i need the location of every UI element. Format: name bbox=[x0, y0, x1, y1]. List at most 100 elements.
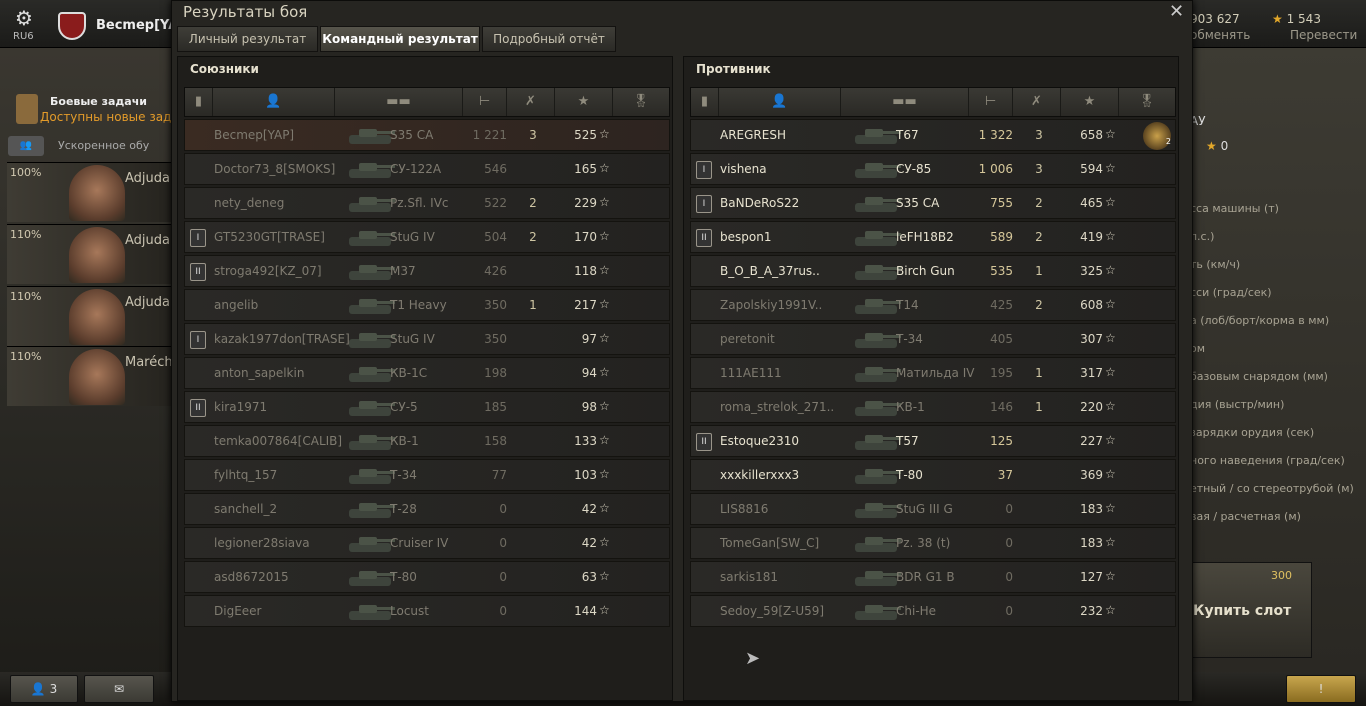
player-row[interactable]: sarkis181 BDR G1 B 0 127 ☆ bbox=[690, 561, 1176, 593]
xp-star-icon: ☆ bbox=[1105, 501, 1116, 515]
player-row[interactable]: I BaNDeRoS22 S35 CA 755 2 465 ☆ bbox=[690, 187, 1176, 219]
sort-squad-icon[interactable]: ▮ bbox=[691, 88, 719, 116]
sort-medals-icon[interactable]: 🎖 bbox=[1119, 88, 1175, 116]
sort-vehicle-icon[interactable]: ▬▬ bbox=[335, 88, 463, 116]
xp-value: 419 bbox=[1080, 230, 1103, 244]
player-row[interactable]: Ikazak1977don[TRASE] StuG IV 350 97 ☆ bbox=[184, 323, 670, 355]
xp-star-icon: ☆ bbox=[1105, 365, 1116, 379]
damage-value: 1 322 bbox=[978, 128, 1013, 142]
damage-value: 158 bbox=[484, 434, 507, 448]
xp-value: 133 bbox=[574, 434, 597, 448]
chat-button[interactable]: ✉ bbox=[84, 675, 154, 703]
allies-table-header: ▮ 👤 ▬▬ ⊢ ✗ ★ 🎖 bbox=[184, 87, 670, 117]
player-row[interactable]: II bespon1 leFH18B2 589 2 419 ☆ bbox=[690, 221, 1176, 253]
crew-button[interactable]: 👥 bbox=[8, 136, 44, 156]
player-row[interactable]: legioner28siava Cruiser IV 0 42 ☆ bbox=[184, 527, 670, 559]
player-row[interactable]: angelib T1 Heavy 350 1 217 ☆ bbox=[184, 289, 670, 321]
xp-value: 42 bbox=[581, 536, 597, 550]
exchange-link[interactable]: обменять bbox=[1190, 28, 1250, 42]
kills-value: 1 bbox=[1035, 264, 1043, 278]
vehicle-name: StuG IV bbox=[390, 332, 435, 346]
xp-star-icon: ☆ bbox=[1105, 195, 1116, 209]
damage-value: 0 bbox=[499, 536, 507, 550]
tab-detailed-report[interactable]: Подробный отчёт bbox=[482, 26, 616, 52]
transfer-link[interactable]: Перевести bbox=[1290, 28, 1357, 42]
sort-vehicle-icon[interactable]: ▬▬ bbox=[841, 88, 969, 116]
sort-squad-icon[interactable]: ▮ bbox=[185, 88, 213, 116]
sort-damage-icon[interactable]: ⊢ bbox=[969, 88, 1013, 116]
tab-personal-result[interactable]: Личный результат bbox=[177, 26, 318, 52]
missions-widget[interactable]: Боевые задачи Доступны новые задачи bbox=[10, 90, 194, 130]
sort-xp-icon[interactable]: ★ bbox=[555, 88, 613, 116]
notifications-button[interactable]: ! bbox=[1286, 675, 1356, 703]
squad-badge-icon: I bbox=[696, 195, 712, 213]
player-row[interactable]: B_O_B_A_37rus.. Birch Gun 535 1 325 ☆ bbox=[690, 255, 1176, 287]
sort-medals-icon[interactable]: 🎖 bbox=[613, 88, 669, 116]
player-row[interactable]: nety_deneg Pz.Sfl. IVc 522 2 229 ☆ bbox=[184, 187, 670, 219]
sort-player-icon[interactable]: 👤 bbox=[719, 88, 841, 116]
crew-portrait bbox=[69, 227, 125, 283]
xp-star-icon: ☆ bbox=[599, 399, 610, 413]
vehicle-name: Т-80 bbox=[390, 570, 417, 584]
xp-value: 227 bbox=[1080, 434, 1103, 448]
sort-damage-icon[interactable]: ⊢ bbox=[463, 88, 507, 116]
player-row[interactable]: Becmep[YAP] S35 CA 1 221 3 525 ☆ bbox=[184, 119, 670, 151]
xp-star-icon: ☆ bbox=[1105, 603, 1116, 617]
player-row[interactable]: temka007864[CALIB] КВ-1 158 133 ☆ bbox=[184, 425, 670, 457]
player-row[interactable]: DigEeer Locust 0 144 ☆ bbox=[184, 595, 670, 627]
player-row[interactable]: roma_strelok_271.. КВ-1 146 1 220 ☆ bbox=[690, 391, 1176, 423]
player-name: Zapolskiy1991V.. bbox=[720, 298, 823, 312]
player-row[interactable]: asd8672015 Т-80 0 63 ☆ bbox=[184, 561, 670, 593]
squad-badge-icon: I bbox=[696, 161, 712, 179]
player-row[interactable]: AREGRESH T67 1 322 3 658 ☆ 2 bbox=[690, 119, 1176, 151]
player-row[interactable]: anton_sapelkin КВ-1С 198 94 ☆ bbox=[184, 357, 670, 389]
player-row[interactable]: 111AE111 Матильда IV 195 1 317 ☆ bbox=[690, 357, 1176, 389]
achievement-medal-icon[interactable]: 2 bbox=[1143, 122, 1171, 150]
settings-gear-icon[interactable]: ⚙ bbox=[10, 6, 38, 30]
xp-star-icon: ☆ bbox=[1105, 297, 1116, 311]
tab-team-result[interactable]: Командный результат bbox=[320, 26, 480, 52]
xp-star-icon: ☆ bbox=[599, 535, 610, 549]
crew-member[interactable]: 100% Adjudant bbox=[7, 162, 183, 222]
crew-member[interactable]: 110% Adjudant bbox=[7, 286, 183, 346]
buy-slot-button[interactable]: 300 Купить слот bbox=[1182, 562, 1312, 658]
clan-shield-icon[interactable] bbox=[58, 12, 86, 40]
player-row[interactable]: sanchell_2 Т-28 0 42 ☆ bbox=[184, 493, 670, 525]
player-row[interactable]: Doctor73_8[SMOKS] СУ-122А 546 165 ☆ bbox=[184, 153, 670, 185]
damage-value: 546 bbox=[484, 162, 507, 176]
player-row[interactable]: fylhtq_157 Т-34 77 103 ☆ bbox=[184, 459, 670, 491]
xp-value: 118 bbox=[574, 264, 597, 278]
sort-kills-icon[interactable]: ✗ bbox=[507, 88, 555, 116]
player-row[interactable]: Ivishena СУ-85 1 006 3 594 ☆ bbox=[690, 153, 1176, 185]
damage-value: 0 bbox=[1005, 502, 1013, 516]
allies-title: Союзники bbox=[190, 62, 259, 76]
damage-value: 77 bbox=[491, 468, 507, 482]
crew-member[interactable]: 110% Marécha bbox=[7, 346, 181, 406]
player-row[interactable]: Zapolskiy1991V.. T14 425 2 608 ☆ bbox=[690, 289, 1176, 321]
crew-member[interactable]: 110% Adjudant bbox=[7, 224, 183, 284]
sort-xp-icon[interactable]: ★ bbox=[1061, 88, 1119, 116]
player-name: fylhtq_157 bbox=[214, 468, 278, 482]
player-row[interactable]: peretonit Т-34 405 307 ☆ bbox=[690, 323, 1176, 355]
players-button[interactable]: 👤 3 bbox=[10, 675, 78, 703]
accelerated-training-checkbox[interactable]: Ускоренное обу bbox=[58, 139, 149, 152]
player-row[interactable]: TomeGan[SW_C] Pz. 38 (t) 0 183 ☆ bbox=[690, 527, 1176, 559]
sort-kills-icon[interactable]: ✗ bbox=[1013, 88, 1061, 116]
player-row[interactable]: I GT5230GT[TRASE] StuG IV 504 2 170 ☆ bbox=[184, 221, 670, 253]
player-name: LIS8816 bbox=[720, 502, 769, 516]
missions-title: Боевые задачи bbox=[50, 95, 147, 108]
close-icon[interactable]: ✕ bbox=[1169, 1, 1184, 22]
kills-value: 3 bbox=[1035, 128, 1043, 142]
player-row[interactable]: Sedoy_59[Z-U59] Chi-He 0 232 ☆ bbox=[690, 595, 1176, 627]
player-row[interactable]: xxxkillerxxx3 Т-80 37 369 ☆ bbox=[690, 459, 1176, 491]
sort-player-icon[interactable]: 👤 bbox=[213, 88, 335, 116]
vehicle-stat-label: дия (выстр/мин) bbox=[1190, 398, 1285, 411]
xp-value: 220 bbox=[1080, 400, 1103, 414]
player-row[interactable]: II stroga492[KZ_07] M37 426 118 ☆ bbox=[184, 255, 670, 287]
player-row[interactable]: II Estoque2310 T57 125 227 ☆ bbox=[690, 425, 1176, 457]
player-row[interactable]: LIS8816 StuG III G 0 183 ☆ bbox=[690, 493, 1176, 525]
crew-portrait bbox=[69, 289, 125, 345]
player-name: stroga492[KZ_07] bbox=[214, 264, 322, 278]
vehicle-name: T67 bbox=[896, 128, 919, 142]
player-row[interactable]: II kira1971 СУ-5 185 98 ☆ bbox=[184, 391, 670, 423]
